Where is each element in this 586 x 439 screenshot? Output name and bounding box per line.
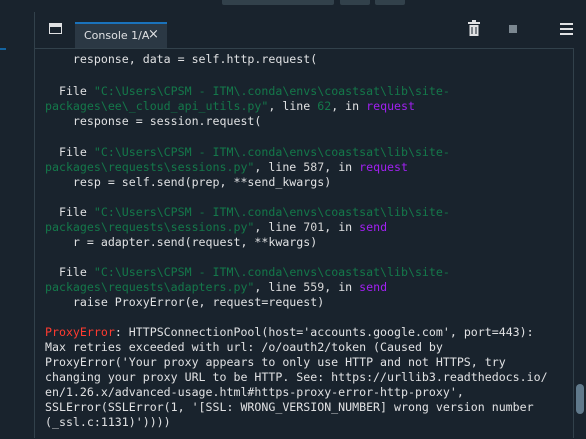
traceback-code-line: raise ProxyError(e, request=request) (45, 295, 325, 309)
error-line: ProxyError('Your proxy appears to only u… (45, 355, 506, 369)
stop-icon[interactable] (509, 25, 517, 33)
top-toolbar-strip (0, 0, 586, 10)
error-line: Max retries exceeded with url: /o/oauth2… (45, 340, 443, 354)
tab-label: Console 1/A (84, 29, 150, 42)
error-line: changing your proxy URL to be HTTP. See:… (45, 370, 548, 384)
vertical-scrollbar[interactable] (573, 48, 586, 438)
traceback-file-line: packages\requests\sessions.py", line 587… (45, 160, 409, 174)
trash-icon[interactable] (468, 20, 480, 36)
hamburger-menu-icon[interactable] (560, 23, 573, 35)
traceback-code-line: r = adapter.send(request, **kwargs) (45, 235, 318, 249)
left-dock-gutter (0, 10, 34, 438)
menu-bar (560, 23, 573, 25)
toolbar-button[interactable] (340, 0, 370, 5)
error-name: ProxyError (45, 325, 115, 339)
toolbar-button[interactable] (375, 0, 405, 5)
tab-console-1a[interactable]: Console 1/A × (75, 22, 167, 48)
traceback-file-line: File "C:\Users\CPSM - ITM\.conda\envs\co… (45, 265, 450, 279)
traceback-code-line: response = session.request( (45, 114, 262, 128)
traceback-file-line: File "C:\Users\CPSM - ITM\.conda\envs\co… (45, 84, 450, 98)
error-line: SSLError(SSLError(1, '[SSL: WRONG_VERSIO… (45, 400, 534, 414)
console-output[interactable]: response, data = self.http.request( File… (35, 48, 573, 439)
scrollbar-thumb[interactable] (576, 384, 584, 414)
error-line: en/1.26.x/advanced-usage.html#https-prox… (45, 385, 464, 399)
console-tab-bar: Console 1/A × (35, 12, 586, 48)
console-line: response, data = self.http.request( (45, 52, 318, 66)
error-line: ProxyError: HTTPSConnectionPool(host='ac… (45, 325, 534, 339)
window-icon[interactable] (49, 23, 62, 34)
traceback-code-line: resp = self.send(prep, **send_kwargs) (45, 175, 332, 189)
traceback-file-line: File "C:\Users\CPSM - ITM\.conda\envs\co… (45, 145, 450, 159)
traceback-file-line: packages\requests\sessions.py", line 701… (45, 220, 388, 234)
error-line: (_ssl.c:1131)')))) (45, 415, 171, 429)
traceback-file-line: packages\ee\_cloud_api_utils.py", line 6… (45, 99, 415, 113)
console-pane: Console 1/A × response, data = self.http… (34, 12, 586, 439)
toolbar-button[interactable] (222, 0, 334, 5)
traceback-file-line: packages\requests\adapters.py", line 559… (45, 280, 388, 294)
menu-bar (560, 28, 573, 30)
menu-bar (560, 33, 573, 35)
traceback-file-line: File "C:\Users\CPSM - ITM\.conda\envs\co… (45, 205, 450, 219)
close-icon[interactable]: × (148, 27, 159, 42)
dock-marker (0, 48, 6, 50)
